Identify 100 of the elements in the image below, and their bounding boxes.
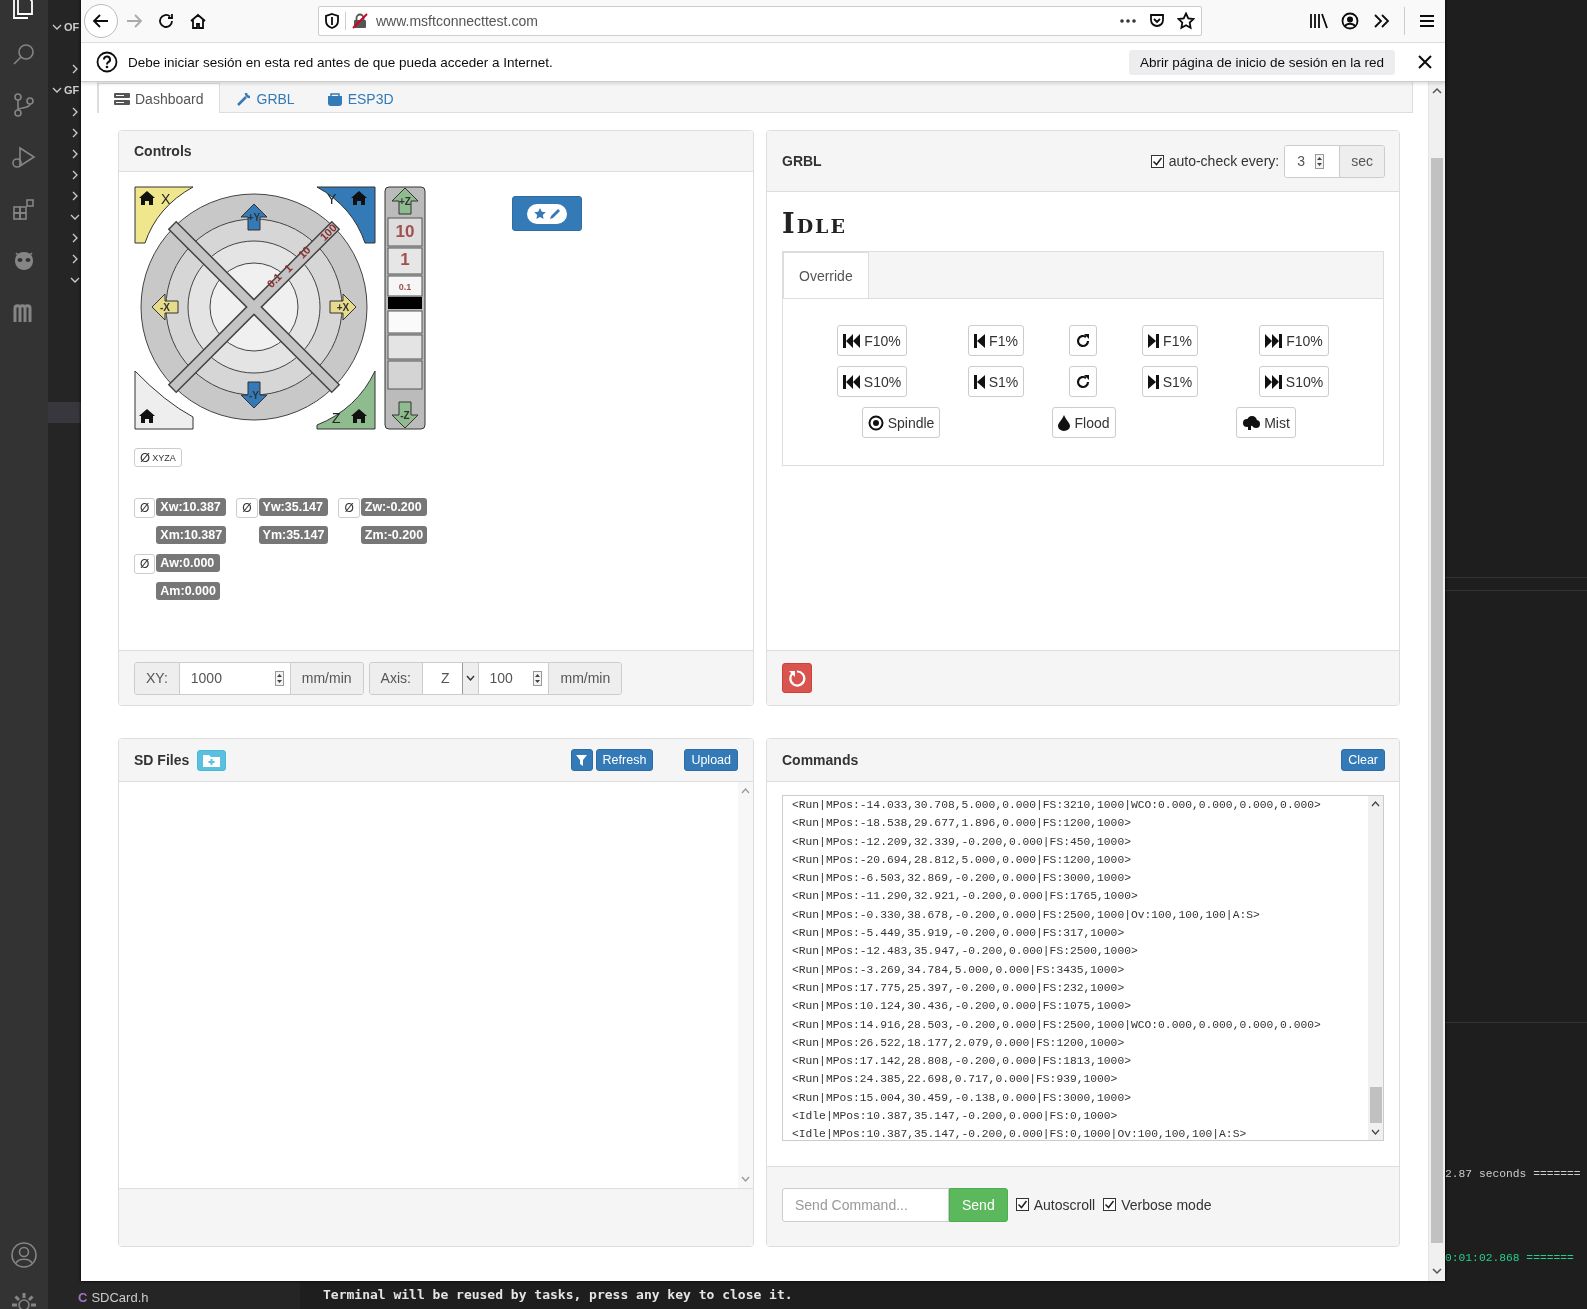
z-jog-bar[interactable] [384,186,426,430]
chevron-right-icon[interactable] [70,148,80,159]
chevron-down-icon[interactable] [52,22,62,32]
extensions-icon[interactable] [11,197,37,223]
home-axis-button[interactable]: Z [316,370,376,430]
mist-button[interactable]: Mist [1236,407,1296,438]
tab[interactable]: Override [783,252,869,298]
jog-arrow-button[interactable]: -X [151,293,179,321]
zero-axis-button[interactable]: Ø [338,498,360,518]
filter-button[interactable] [570,749,593,771]
log-line: <Run|MPos:-12.209,32.339,-0.200,0.000|FS:450,1000> [792,834,1132,850]
address-bar[interactable]: www.msftconnecttest.com [318,6,1202,36]
decrease-1-button[interactable]: S1% [967,366,1025,397]
home-all-button[interactable] [134,370,194,430]
chevron-right-icon[interactable] [70,253,80,264]
zero-all-button[interactable]: Ø XYZA [134,448,182,467]
step-label[interactable]: 1 [281,261,295,275]
chevron-right-icon[interactable] [70,106,80,117]
clear-button[interactable]: Clear [1341,749,1385,771]
spinner-icon[interactable] [1315,153,1324,169]
step-label[interactable]: 0.1 [398,282,412,292]
flood-button[interactable]: Flood [1052,407,1116,438]
chevron-right-icon[interactable] [70,169,80,180]
decrease-10-button[interactable]: F10% [837,325,907,356]
scroll-up-icon[interactable] [1371,801,1380,807]
account-icon[interactable] [10,1241,38,1269]
bookmark-star-icon[interactable] [1177,12,1195,30]
log-line: <Run|MPos:-5.449,35.919,-0.200,0.000|FS:317,1000> [792,926,1126,942]
chevron-down-icon[interactable] [52,85,62,95]
scroll-down-icon[interactable] [1371,1129,1380,1135]
chevron-right-icon[interactable] [70,63,80,74]
home-axis-button[interactable]: X [134,186,194,244]
step-label[interactable]: 1 [400,250,410,269]
chevron-right-icon[interactable] [70,232,80,243]
more-icon[interactable] [1119,18,1137,24]
macro-button[interactable] [512,196,582,231]
pocket-icon[interactable] [1149,13,1165,29]
decrease-10-button[interactable]: S10% [836,366,908,397]
account-icon [1341,12,1359,30]
spindle-button[interactable]: Spindle [861,407,941,438]
back-button[interactable] [84,4,118,38]
dropdown-caret-icon[interactable] [466,675,476,681]
axis-feed-field[interactable]: 100 [479,662,550,694]
chevron-right-icon[interactable] [70,190,80,201]
increase-1-button[interactable]: F1% [1142,325,1198,356]
checkbox[interactable] [1150,154,1164,168]
scroll-down-icon[interactable] [1432,1267,1442,1275]
jog-arrow-button[interactable]: +Z [391,187,419,215]
scrollbar-thumb[interactable] [1369,1087,1382,1123]
scrollbar-thumb[interactable] [1431,158,1443,1243]
checkbox[interactable] [1103,1198,1117,1211]
spinner-icon[interactable] [274,670,284,686]
step-label[interactable]: 0.1 [264,270,284,290]
wrench-icon [235,90,252,107]
increase-10-button[interactable]: S10% [1258,366,1330,397]
file-name[interactable]: SDCard.h [91,1290,149,1305]
checkbox[interactable] [1015,1198,1029,1211]
reload-icon [157,12,175,30]
interval-field[interactable]: 3 [1285,145,1341,177]
url-text: www.msftconnecttest.com [376,13,539,29]
reset-icon [1075,373,1091,390]
checkbox-label: auto-check every: [1168,153,1280,169]
section-label[interactable]: GF [64,84,80,96]
jog-arrow-button[interactable]: +X [329,293,357,321]
spinner-icon[interactable] [533,670,543,686]
reset-override-button[interactable] [1069,366,1097,397]
insecure-lock-icon[interactable] [352,13,368,29]
increase-10-button[interactable]: F10% [1259,325,1329,356]
source-control-icon[interactable] [11,92,37,118]
tab[interactable]: ESP3D [310,83,410,113]
run-debug-icon[interactable] [11,144,37,170]
upload-button[interactable]: Upload [684,749,738,771]
zero-axis-button[interactable]: Ø [134,498,156,518]
zero-axis-button[interactable]: Ø [236,498,258,518]
dashboard-icon [114,92,130,105]
decrease-1-button[interactable]: F1% [968,325,1024,356]
machine-position: Zm:-0.200 [360,526,428,544]
jog-arrow-button[interactable]: -Z [391,401,419,429]
axis-select[interactable]: Z [422,662,480,694]
step-label[interactable]: 10 [295,243,313,261]
tab[interactable]: GRBL [219,83,311,113]
refresh-button[interactable]: Refresh [595,749,654,771]
work-position: Zw:-0.200 [360,498,428,516]
increase-1-button[interactable]: S1% [1141,366,1199,397]
log-line: <Run|MPos:-14.033,30.708,5.000,0.000|FS:3210,1000|WCO:0.000,0.000,0.000,0.000> [792,798,1322,813]
reset-override-button[interactable] [1069,325,1097,356]
fast-forward-icon [1265,333,1283,348]
scroll-up-icon[interactable] [1432,87,1442,95]
reset-button[interactable] [782,663,812,693]
open-login-page-button[interactable]: Abrir página de inicio de sesión en la red [1129,49,1395,75]
xy-feed-field[interactable]: 1000 [179,662,291,694]
log-line: <Run|MPos:10.124,30.436,-0.200,0.000|FS:1075,1000> [792,999,1132,1015]
section-label[interactable]: OF [64,21,80,33]
chevron-right-icon[interactable] [70,127,80,138]
help-icon [96,51,118,73]
zero-axis-button[interactable]: Ø [134,554,156,574]
fast-back-icon [842,374,860,389]
tab[interactable]: Dashboard [98,83,220,113]
step-label[interactable]: 100 [317,221,339,243]
shield-icon[interactable] [325,13,339,29]
